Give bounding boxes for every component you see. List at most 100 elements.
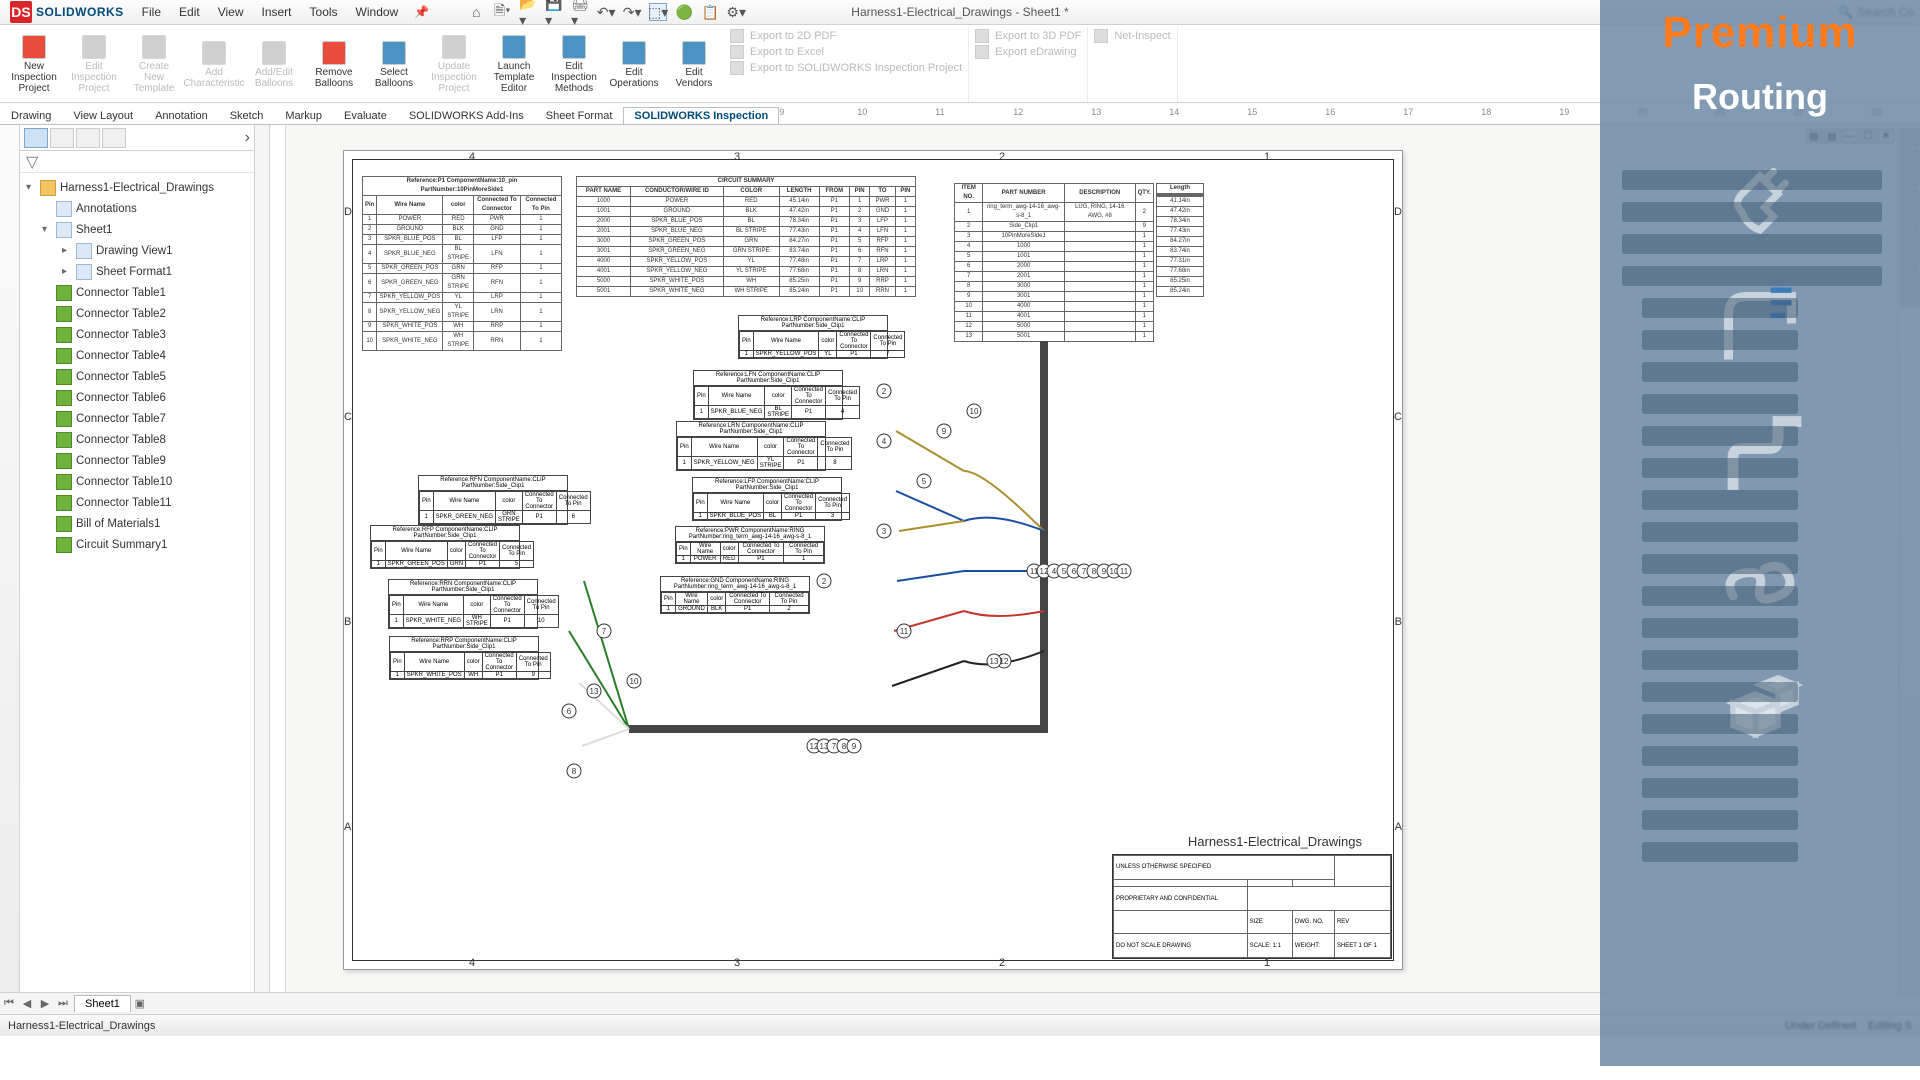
panel-collapse-icon[interactable]: ›: [245, 129, 250, 147]
menu-insert[interactable]: Insert: [254, 2, 300, 22]
doctab-sketch[interactable]: Sketch: [219, 107, 275, 124]
svg-text:10: 10: [970, 407, 979, 416]
tree-connector-table1[interactable]: Connector Table1: [20, 282, 254, 303]
select-icon[interactable]: ⬚▾: [649, 3, 667, 21]
tree-connector-table9[interactable]: Connector Table9: [20, 450, 254, 471]
title-block: UNLESS OTHERWISE SPECIFIED PROPRIETARY A…: [1112, 854, 1392, 959]
ribbon-launch[interactable]: Launch Template Editor: [484, 27, 544, 102]
tree-bom[interactable]: Bill of Materials1: [20, 513, 254, 534]
tree-connector-table4[interactable]: Connector Table4: [20, 345, 254, 366]
tree-connector-table3[interactable]: Connector Table3: [20, 324, 254, 345]
premium-subtitle: Routing: [1692, 76, 1828, 118]
tree-connector-table5[interactable]: Connector Table5: [20, 366, 254, 387]
ribbon-edit[interactable]: Edit Vendors: [664, 27, 724, 102]
ribbon-edit: Edit Inspection Project: [64, 27, 124, 102]
config-tab-icon[interactable]: [76, 128, 100, 148]
settings-icon[interactable]: ⚙▾: [727, 3, 745, 21]
home-icon[interactable]: ⌂: [467, 3, 485, 21]
tree-filter[interactable]: ▽: [20, 151, 254, 173]
tree-sheet[interactable]: ▾Sheet1: [20, 219, 254, 240]
new-doc-icon[interactable]: 🗎▾: [493, 3, 511, 21]
rebuild-icon[interactable]: 🟢: [675, 3, 693, 21]
left-stripe: [0, 125, 20, 992]
panel-splitter[interactable]: [255, 125, 270, 992]
export-group-3: Net-Inspect: [1088, 27, 1177, 102]
menu-pin-icon[interactable]: 📌: [406, 2, 437, 22]
menu-view[interactable]: View: [210, 2, 252, 22]
tree-connector-table2[interactable]: Connector Table2: [20, 303, 254, 324]
logo-mark-icon: DS: [10, 1, 32, 23]
tree-drawing-view[interactable]: ▸Drawing View1: [20, 240, 254, 261]
ribbon-new[interactable]: New Inspection Project: [4, 27, 64, 102]
svg-text:11: 11: [1120, 567, 1129, 576]
tree-sheet-format[interactable]: ▸Sheet Format1: [20, 261, 254, 282]
svg-text:5: 5: [1062, 567, 1067, 576]
menu-window[interactable]: Window: [348, 2, 407, 22]
svg-text:13: 13: [990, 657, 999, 666]
sheet-next-icon[interactable]: ▶: [36, 997, 54, 1010]
svg-text:3: 3: [882, 527, 887, 536]
ribbon-select[interactable]: Select Balloons: [364, 27, 424, 102]
sheet-add-icon[interactable]: ▣: [131, 997, 149, 1010]
display-tab-icon[interactable]: [102, 128, 126, 148]
export-export-edrawing: Export eDrawing: [975, 45, 1081, 59]
open-icon[interactable]: 📂▾: [519, 3, 537, 21]
tree-circuit-summary[interactable]: Circuit Summary1: [20, 534, 254, 555]
doctab-evaluate[interactable]: Evaluate: [333, 107, 398, 124]
panel-tabs: ›: [20, 125, 254, 151]
tree-annotations[interactable]: Annotations: [20, 198, 254, 219]
doctab-drawing[interactable]: Drawing: [0, 107, 62, 124]
sheet-prev-icon[interactable]: ◀: [18, 997, 36, 1010]
options-icon[interactable]: 📋: [701, 3, 719, 21]
ribbon-edit[interactable]: Edit Inspection Methods: [544, 27, 604, 102]
export-export-to-2d-pdf: Export to 2D PDF: [730, 29, 962, 43]
tree-connector-table11[interactable]: Connector Table11: [20, 492, 254, 513]
sheet-last-icon[interactable]: ⏭: [54, 997, 72, 1010]
premium-brand: Premium: [1662, 8, 1857, 58]
export-group-1: Export to 2D PDFExport to ExcelExport to…: [724, 27, 969, 102]
property-tab-icon[interactable]: [50, 128, 74, 148]
doctab-solidworks-add-ins[interactable]: SOLIDWORKS Add-Ins: [398, 107, 535, 124]
ribbon-create: Create New Template: [124, 27, 184, 102]
svg-text:6: 6: [567, 707, 572, 716]
export-net-inspect: Net-Inspect: [1094, 29, 1170, 43]
doctab-annotation[interactable]: Annotation: [144, 107, 219, 124]
doctab-markup[interactable]: Markup: [274, 107, 333, 124]
filter-icon: ▽: [26, 152, 38, 172]
doctab-sheet-format[interactable]: Sheet Format: [535, 107, 624, 124]
export-group-2: Export to 3D PDF Export eDrawing: [969, 27, 1088, 102]
menu-file[interactable]: File: [134, 2, 169, 22]
document-title: Harness1-Electrical_Drawings - Sheet1 *: [851, 5, 1068, 19]
app-logo: DS SOLIDWORKS: [0, 1, 134, 23]
sheet-first-icon[interactable]: ⏮: [0, 997, 18, 1010]
svg-text:10: 10: [630, 677, 639, 686]
feature-tree: ▾Harness1-Electrical_Drawings Annotation…: [20, 173, 254, 992]
tree-connector-table7[interactable]: Connector Table7: [20, 408, 254, 429]
tree-connector-table10[interactable]: Connector Table10: [20, 471, 254, 492]
ribbon-remove[interactable]: Remove Balloons: [304, 27, 364, 102]
feature-tree-tab-icon[interactable]: [24, 128, 48, 148]
svg-text:6: 6: [1072, 567, 1077, 576]
ribbon-edit[interactable]: Edit Operations: [604, 27, 664, 102]
export-export-to-solidworks-inspection-project: Export to SOLIDWORKS Inspection Project: [730, 61, 962, 75]
menu-tools[interactable]: Tools: [302, 2, 346, 22]
menu-edit[interactable]: Edit: [171, 2, 208, 22]
tree-connector-table8[interactable]: Connector Table8: [20, 429, 254, 450]
svg-text:2: 2: [822, 577, 827, 586]
premium-overlay: Premium Routing: [1600, 0, 1920, 1066]
tree-root[interactable]: ▾Harness1-Electrical_Drawings: [20, 177, 254, 198]
premium-blur-list: [1622, 170, 1882, 862]
print-icon[interactable]: 🖨▾: [571, 3, 589, 21]
drawing-sheet: 44332211DDCCBBAA Reference:P1 ComponentN…: [343, 150, 1403, 970]
svg-text:2: 2: [882, 387, 887, 396]
doctab-view-layout[interactable]: View Layout: [62, 107, 144, 124]
doctab-solidworks-inspection[interactable]: SOLIDWORKS Inspection: [623, 107, 779, 124]
redo-icon[interactable]: ↷▾: [623, 3, 641, 21]
tree-connector-table6[interactable]: Connector Table6: [20, 387, 254, 408]
ribbon-buttons: New Inspection ProjectEdit Inspection Pr…: [4, 27, 724, 102]
save-icon[interactable]: 💾▾: [545, 3, 563, 21]
menu-bar: FileEditViewInsertToolsWindow: [134, 2, 407, 22]
export-export-to-3d-pdf: Export to 3D PDF: [975, 29, 1081, 43]
undo-icon[interactable]: ↶▾: [597, 3, 615, 21]
sheet-tab[interactable]: Sheet1: [74, 995, 131, 1012]
